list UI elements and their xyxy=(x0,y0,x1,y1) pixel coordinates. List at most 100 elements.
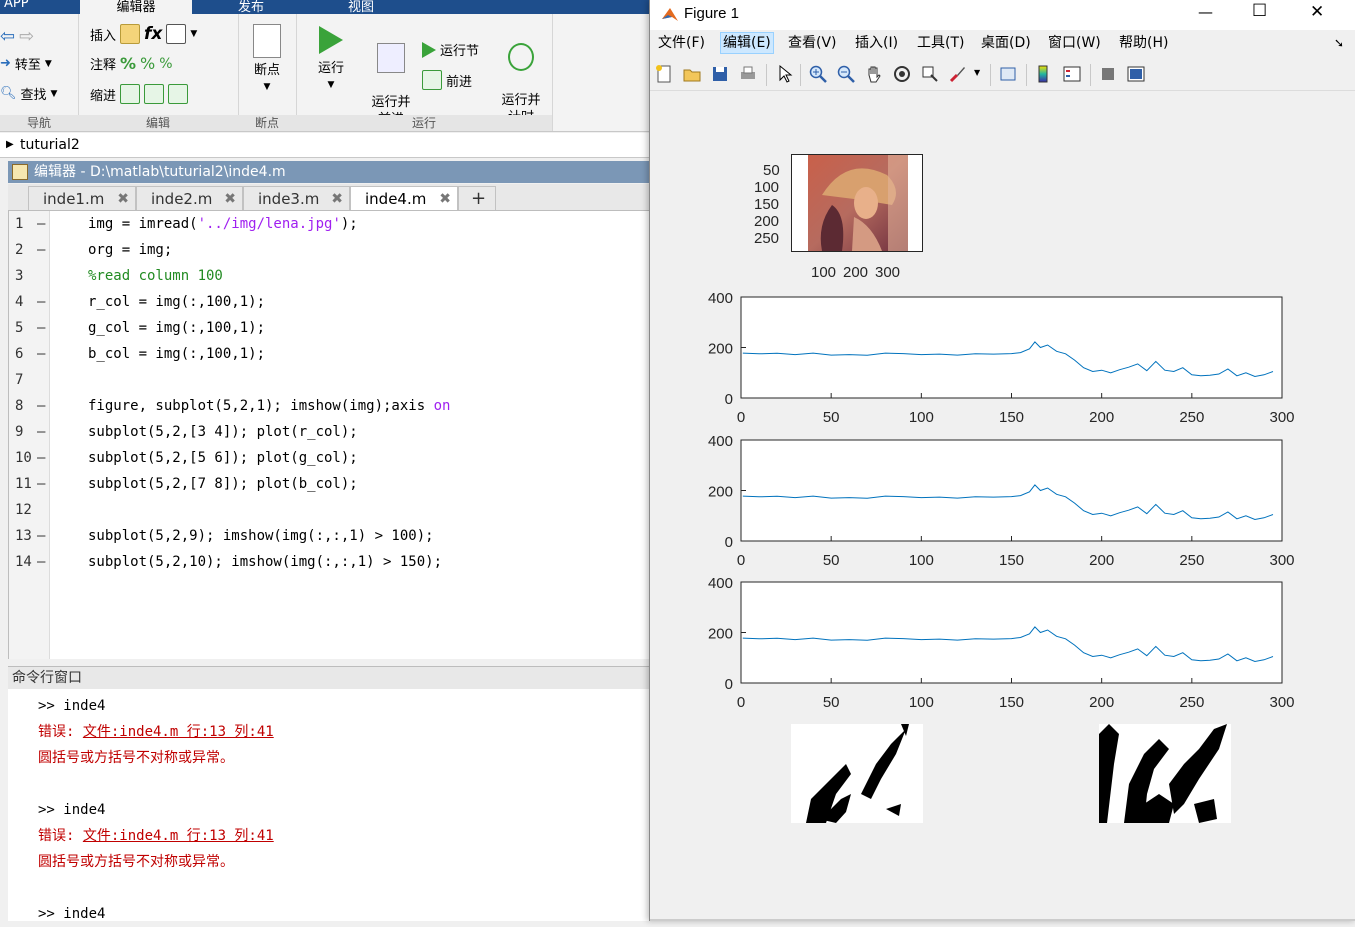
add-tab-button[interactable]: + xyxy=(458,186,496,210)
code-line[interactable]: subplot(5,2,[7 8]); plot(b_col); xyxy=(88,471,358,497)
code-line[interactable]: subplot(5,2,[5 6]); plot(g_col); xyxy=(88,445,358,471)
line-number[interactable]: 7 xyxy=(9,367,49,393)
file-tab[interactable]: inde3.m ✖ xyxy=(243,186,350,210)
breakpoint-marker[interactable]: — xyxy=(37,523,45,549)
plot-axes[interactable] xyxy=(740,296,1283,399)
menu-window[interactable]: 窗口(W) xyxy=(1046,33,1103,53)
file-tab-active[interactable]: inde4.m ✖ xyxy=(350,186,458,210)
function-icon[interactable] xyxy=(166,24,187,44)
new-figure-icon[interactable] xyxy=(654,64,674,84)
line-number[interactable]: 14 — xyxy=(9,549,49,575)
wrap-comment-icon[interactable]: % xyxy=(159,56,172,72)
zoom-out-icon[interactable] xyxy=(836,64,856,84)
run-button[interactable]: 运行 ▼ xyxy=(308,26,354,94)
error-link[interactable]: 文件:inde4.m 行:13 列:41 xyxy=(83,828,274,844)
plot-axes[interactable] xyxy=(740,581,1283,684)
close-icon[interactable]: ✖ xyxy=(224,187,236,211)
close-icon[interactable]: ✖ xyxy=(117,187,129,211)
line-number[interactable]: 3 xyxy=(9,263,49,289)
chevron-down-icon[interactable]: ▼ xyxy=(974,68,980,77)
command-window[interactable]: >> inde4 错误: 文件:inde4.m 行:13 列:41 圆括号或方括… xyxy=(8,689,650,922)
back-arrow-icon[interactable]: ⇦ xyxy=(0,26,15,47)
code-line[interactable]: subplot(5,2,9); imshow(img(:,:,1) > 100)… xyxy=(88,523,434,549)
data-cursor-icon[interactable] xyxy=(920,64,940,84)
minimize-button[interactable]: — xyxy=(1198,3,1213,21)
error-link[interactable]: 文件:inde4.m 行:13 列:41 xyxy=(83,724,274,740)
menu-help[interactable]: 帮助(H) xyxy=(1117,33,1170,53)
back-forward[interactable]: ⇦ ⇨ xyxy=(0,26,34,47)
code-line[interactable]: g_col = img(:,100,1); xyxy=(88,315,265,341)
tab-editor[interactable]: 编辑器 xyxy=(80,0,192,15)
fx-icon[interactable]: fx xyxy=(144,24,162,44)
open-file-icon[interactable] xyxy=(682,64,702,84)
pointer-icon[interactable] xyxy=(774,64,794,84)
breakpoint-marker[interactable]: — xyxy=(37,341,45,367)
tab-app[interactable]: APP xyxy=(4,0,29,14)
code-line[interactable]: img = imread('../img/lena.jpg'); xyxy=(88,211,358,237)
breakpoint-marker[interactable]: — xyxy=(37,419,45,445)
breakpoint-marker[interactable]: — xyxy=(37,289,45,315)
show-plot-tools-icon[interactable] xyxy=(1126,64,1146,84)
expand-arrow-icon[interactable]: ▶ xyxy=(6,133,14,157)
line-number[interactable]: 1— xyxy=(9,211,49,237)
line-number[interactable]: 6— xyxy=(9,341,49,367)
line-number[interactable]: 10 — xyxy=(9,445,49,471)
hide-plot-tools-icon[interactable] xyxy=(1098,64,1118,84)
breakpoint-marker[interactable]: — xyxy=(37,445,45,471)
line-number[interactable]: 5— xyxy=(9,315,49,341)
code-line[interactable]: b_col = img(:,100,1); xyxy=(88,341,265,367)
menu-edit[interactable]: 编辑(E) xyxy=(720,32,774,54)
close-button[interactable]: ✕ xyxy=(1310,2,1324,22)
menu-insert[interactable]: 插入(I) xyxy=(853,33,900,53)
file-tab[interactable]: inde2.m ✖ xyxy=(136,186,243,210)
tab-view[interactable]: 视图 xyxy=(348,0,374,15)
code-line[interactable]: figure, subplot(5,2,1); imshow(img);axis… xyxy=(88,393,450,419)
indent-button[interactable]: 缩进 xyxy=(90,85,116,104)
menu-tools[interactable]: 工具(T) xyxy=(915,33,966,53)
dock-arrow-icon[interactable]: ➘ xyxy=(1332,33,1346,53)
percent-icon[interactable]: % xyxy=(120,54,136,73)
code-line[interactable]: subplot(5,2,10); imshow(img(:,:,1) > 150… xyxy=(88,549,442,575)
breakpoint-marker[interactable]: — xyxy=(37,549,45,575)
breakpoint-marker[interactable]: — xyxy=(37,393,45,419)
breakpoint-marker[interactable]: — xyxy=(37,211,45,237)
print-icon[interactable] xyxy=(738,64,758,84)
advance-button[interactable]: 前进 xyxy=(422,70,472,90)
tab-publish[interactable]: 发布 xyxy=(238,0,264,15)
insert-icon[interactable] xyxy=(120,24,141,44)
line-number[interactable]: 9— xyxy=(9,419,49,445)
goto-button[interactable]: ➜ 转至 ▼ xyxy=(0,54,52,73)
smart-indent-icon[interactable] xyxy=(120,84,141,104)
close-icon[interactable]: ✖ xyxy=(331,187,343,211)
line-number[interactable]: 11 — xyxy=(9,471,49,497)
plot-axes[interactable] xyxy=(740,439,1283,542)
line-number[interactable]: 13 — xyxy=(9,523,49,549)
save-icon[interactable] xyxy=(710,64,730,84)
breakpoint-marker[interactable]: — xyxy=(37,471,45,497)
breakpoints-button[interactable]: 断点 ▼ xyxy=(248,24,286,96)
code-line[interactable]: %read column 100 xyxy=(88,263,223,289)
breakpoint-marker[interactable]: — xyxy=(37,237,45,263)
close-icon[interactable]: ✖ xyxy=(439,187,451,211)
address-bar[interactable]: ▶ tuturial2 xyxy=(0,133,650,158)
line-number[interactable]: 4— xyxy=(9,289,49,315)
rotate-3d-icon[interactable] xyxy=(892,64,912,84)
increase-indent-icon[interactable] xyxy=(144,84,165,104)
comment-button[interactable]: 注释 xyxy=(90,54,116,73)
link-plot-icon[interactable] xyxy=(998,64,1018,84)
binary-image-threshold-100[interactable] xyxy=(791,724,923,823)
run-section-button[interactable]: 运行节 xyxy=(422,40,479,59)
line-number[interactable]: 8— xyxy=(9,393,49,419)
binary-image-threshold-150[interactable] xyxy=(1099,724,1231,823)
insert-button[interactable]: 插入 xyxy=(90,25,116,44)
forward-arrow-icon[interactable]: ⇨ xyxy=(19,26,34,47)
breakpoint-marker[interactable]: — xyxy=(37,315,45,341)
file-tab[interactable]: inde1.m ✖ xyxy=(28,186,136,210)
menu-view[interactable]: 查看(V) xyxy=(786,33,839,53)
menu-desktop[interactable]: 桌面(D) xyxy=(979,33,1033,53)
line-number[interactable]: 12 xyxy=(9,497,49,523)
code-editor[interactable]: 1—2—3 4—5—6—7 8—9—10—11—12 13—14— img = imr… xyxy=(8,211,651,659)
line-number[interactable]: 2— xyxy=(9,237,49,263)
uncomment-icon[interactable]: % xyxy=(140,54,155,73)
chevron-down-icon[interactable]: ▼ xyxy=(190,29,197,39)
